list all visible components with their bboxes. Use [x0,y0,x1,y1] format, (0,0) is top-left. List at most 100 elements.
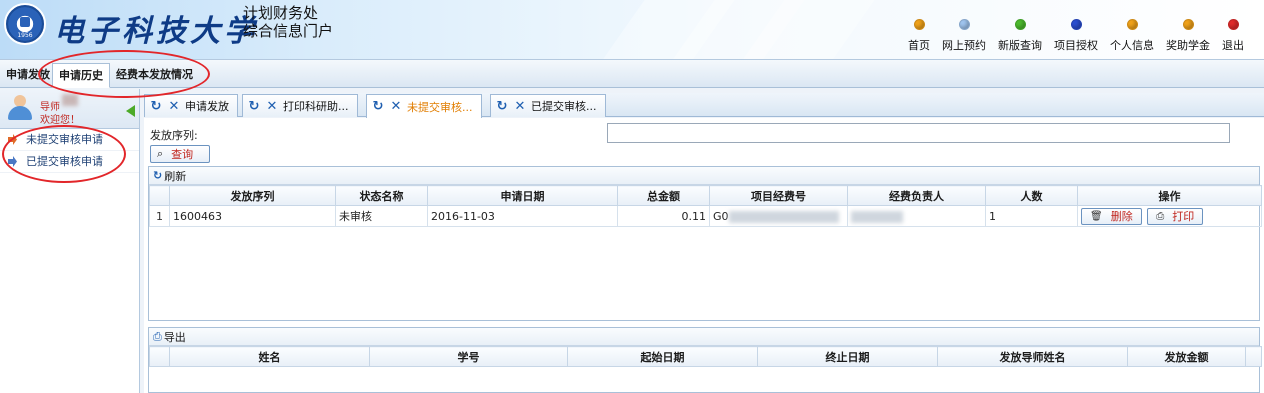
welcome-text: 欢迎您！ [40,115,80,126]
refresh-icon[interactable]: ↻ [495,99,509,114]
column-header[interactable]: 起始日期 [567,346,758,367]
sidebar: 导师 欢迎您！ 未提交审核申请 已提交审核申请 [0,89,140,393]
portal-title-line1: 计划财务处 [243,4,319,22]
menu-bar: 申请发放 申请历史 经费本发放情况 [0,59,1264,88]
user-avatar-icon [6,95,34,121]
column-header[interactable]: 发放金额 [1127,346,1246,367]
menu-tab-history[interactable]: 申请历史 [52,63,110,88]
tab-label: 已提交审核... [531,100,597,113]
user-info: 导师 欢迎您！ [0,89,139,129]
menu-tab-apply[interactable]: 申请发放 [0,63,56,88]
close-icon[interactable]: ✕ [389,99,403,114]
top-navigation: 首页 网上预约 新版查询 项目授权 个人信息 奖助学金 退出 [902,19,1250,53]
column-header[interactable]: 姓名 [169,346,370,367]
column-header[interactable]: 申请日期 [427,185,618,206]
column-header: 操作 [1077,185,1262,206]
refresh-icon[interactable]: ↻ [371,99,385,114]
nav-dot-icon [1014,19,1026,30]
column-header[interactable]: 发放导师姓名 [937,346,1128,367]
sidebar-item-label: 已提交审核申请 [26,155,103,168]
cell-people: 1 [985,205,1078,227]
cell-serial: 1600463 [169,205,336,227]
tab-print-assistant[interactable]: ↻ ✕ 打印科研助... [242,94,358,117]
table-row[interactable]: 1 1600463 未审核 2016-11-03 0.11 G0 1 🗑 删除 ⎙… [149,205,1262,227]
nav-label: 奖助学金 [1166,39,1210,52]
nav-dot-icon [1070,19,1082,30]
sidebar-item-unsubmitted[interactable]: 未提交审核申请 [0,129,139,151]
nav-dot-icon [1227,19,1239,30]
project-no-text: G0 [713,209,729,223]
logo-year: 1956 [17,32,33,39]
column-header[interactable]: 发放序列 [169,185,336,206]
search-icon: ⌕ [157,147,164,160]
nav-dot-icon [1126,19,1138,30]
refresh-button[interactable]: 刷新 [164,168,186,184]
application-grid: ↻ 刷新 发放序列 状态名称 申请日期 总金额 项目经费号 经费负责人 人数 操… [148,166,1262,321]
content-tab-strip: ↻ ✕ 申请发放 ↻ ✕ 打印科研助... ↻ ✕ 未提交审核... ↻ ✕ 已… [144,93,1264,118]
tab-label: 未提交审核... [407,100,473,114]
university-logo: 1956 [4,3,46,45]
tab-unsubmitted[interactable]: ↻ ✕ 未提交审核... [366,94,482,118]
printer-icon: ⎙ [1156,210,1165,222]
top-nav-item[interactable]: 个人信息 [1104,19,1160,53]
query-button[interactable]: ⌕ 查询 [150,145,210,163]
close-icon[interactable]: ✕ [265,99,279,114]
menu-tab-fund-status[interactable]: 经费本发放情况 [110,63,199,88]
print-button[interactable]: ⎙ 打印 [1147,207,1204,225]
tab-submitted[interactable]: ↻ ✕ 已提交审核... [490,94,606,117]
printer-icon[interactable]: ⎙ [153,330,162,344]
sidebar-item-submitted[interactable]: 已提交审核申请 [0,151,139,173]
column-header[interactable]: 终止日期 [757,346,938,367]
column-header-index [149,346,170,367]
column-header[interactable]: 项目经费号 [709,185,848,206]
top-nav-item[interactable]: 奖助学金 [1160,19,1216,53]
collapse-arrow-icon[interactable] [126,105,135,117]
arrow-right-icon [8,156,17,167]
detail-toolbar: ⎙ 导出 [149,328,1259,346]
refresh-icon[interactable]: ↻ [153,169,162,182]
column-header[interactable]: 状态名称 [335,185,428,206]
header: 1956 电子科技大学 计划财务处 综合信息门户 首页 网上预约 新版查询 项目授权个… [0,0,1264,59]
top-nav-item[interactable]: 新版查询 [992,19,1048,53]
column-header[interactable]: 经费负责人 [847,185,986,206]
top-nav-item[interactable]: 退出 [1216,19,1250,53]
serial-input[interactable] [607,123,1230,143]
top-nav-item[interactable]: 首页 [902,19,936,53]
nav-dot-icon [913,19,925,30]
application-table: 发放序列 状态名称 申请日期 总金额 项目经费号 经费负责人 人数 操作 1 1… [149,185,1262,227]
table-header-row: 发放序列 状态名称 申请日期 总金额 项目经费号 经费负责人 人数 操作 [149,185,1262,206]
column-header[interactable]: 总金额 [617,185,710,206]
column-header-index [149,185,170,206]
sidebar-item-label: 未提交审核申请 [26,133,103,146]
print-label: 打印 [1172,210,1195,223]
delete-label: 删除 [1110,210,1133,223]
nav-dot-icon [958,19,970,30]
column-header-spacer [1245,346,1262,367]
nav-label: 首页 [908,39,930,52]
serial-label: 发放序列: [150,129,198,142]
nav-label: 网上预约 [942,39,986,52]
trash-icon: 🗑 [1090,210,1103,222]
content-panel: 发放序列: ⌕ 查询 ↻ 刷新 发放序列 状态名称 申请日期 总金额 项目经费号 [144,118,1264,393]
close-icon[interactable]: ✕ [167,99,181,114]
top-nav-item[interactable]: 项目授权 [1048,19,1104,53]
arrow-right-icon [8,134,17,145]
column-header[interactable]: 人数 [985,185,1078,206]
top-nav-item[interactable]: 网上预约 [936,19,992,53]
cell-status: 未审核 [335,205,428,227]
refresh-icon[interactable]: ↻ [149,99,163,114]
tab-label: 申请发放 [185,100,229,113]
export-button[interactable]: 导出 [164,329,186,345]
nav-dot-icon [1182,19,1194,30]
portal-title-line2: 综合信息门户 [243,22,334,40]
column-header[interactable]: 学号 [369,346,568,367]
redacted-username [62,94,78,106]
tab-apply[interactable]: ↻ ✕ 申请发放 [144,94,238,117]
portal-title: 计划财务处 综合信息门户 [243,4,333,40]
school-name: 电子科技大学 [54,14,258,49]
cell-date: 2016-11-03 [427,205,618,227]
nav-label: 新版查询 [998,39,1042,52]
delete-button[interactable]: 🗑 删除 [1081,207,1142,225]
close-icon[interactable]: ✕ [513,99,527,114]
refresh-icon[interactable]: ↻ [247,99,261,114]
